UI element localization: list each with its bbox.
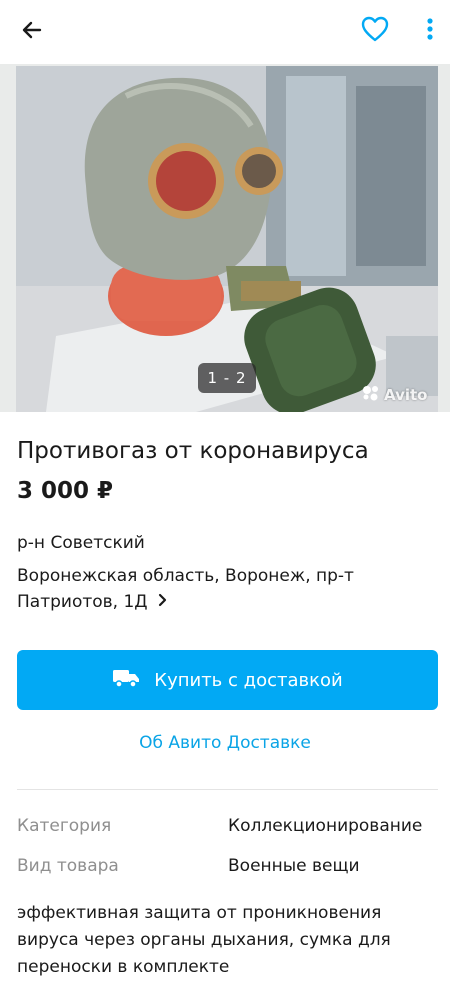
photo-counter: 1 - 2	[198, 363, 256, 393]
listing-address-link[interactable]: Воронежская область, Воронеж, пр-т Патри…	[17, 563, 357, 615]
arrow-left-icon	[20, 18, 44, 46]
more-vertical-icon	[427, 17, 433, 45]
divider	[17, 789, 438, 790]
avito-logo-icon	[362, 385, 380, 405]
watermark-text: Avito	[384, 386, 428, 404]
param-value-item-type: Военные вещи	[228, 856, 360, 876]
photo-gallery[interactable]: 1 - 2 Avito	[0, 64, 450, 412]
param-label-category: Категория	[17, 816, 112, 836]
chevron-right-icon	[158, 589, 168, 615]
more-button[interactable]	[414, 12, 446, 50]
param-value-category: Коллекционирование	[228, 816, 423, 836]
avito-watermark: Avito	[362, 385, 427, 405]
truck-icon	[112, 668, 140, 693]
delivery-info-link[interactable]: Об Авито Доставке	[0, 733, 450, 753]
listing-price: 3 000 ₽	[17, 478, 114, 504]
favorite-button[interactable]	[356, 12, 394, 50]
listing-photo[interactable]	[16, 66, 438, 412]
address-text: Воронежская область, Воронеж, пр-т Патри…	[17, 566, 354, 612]
buy-with-delivery-button[interactable]: Купить с доставкой	[17, 650, 438, 710]
buy-button-label: Купить с доставкой	[154, 669, 343, 691]
back-button[interactable]	[14, 14, 50, 50]
heart-outline-icon	[361, 16, 389, 46]
param-label-item-type: Вид товара	[17, 856, 119, 876]
listing-title: Противогаз от коронавируса	[17, 438, 369, 464]
listing-district: р-н Советский	[17, 533, 145, 553]
listing-description: эффективная защита от проникновения виру…	[17, 903, 391, 977]
top-bar	[0, 0, 450, 64]
